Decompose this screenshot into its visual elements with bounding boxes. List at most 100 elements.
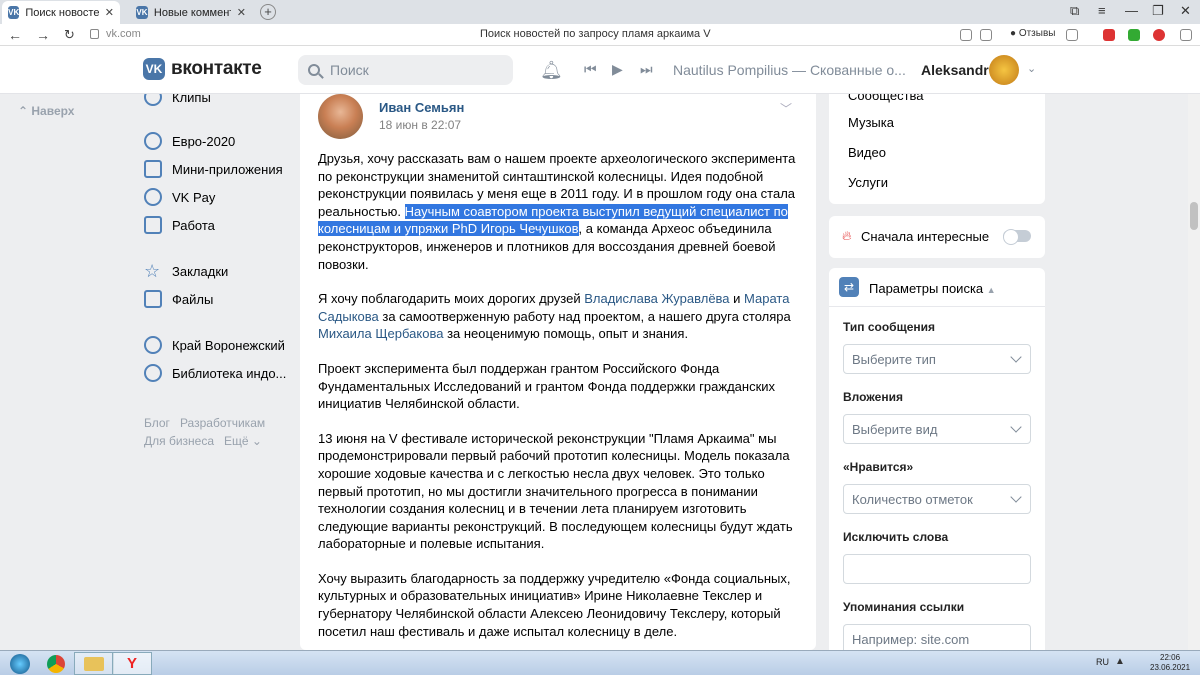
sidebar-item-label: Библиотека индо... bbox=[172, 365, 287, 381]
user-name[interactable]: Aleksandr bbox=[921, 62, 989, 78]
footer-link-developers[interactable]: Разработчикам bbox=[180, 416, 265, 430]
likes-select[interactable]: Количество отметок bbox=[843, 484, 1031, 514]
vk-favicon-icon: VK bbox=[8, 6, 20, 19]
windows-logo-icon bbox=[10, 653, 30, 674]
language-indicator[interactable]: RU bbox=[1096, 657, 1109, 667]
start-button[interactable] bbox=[0, 652, 40, 675]
play-icon[interactable]: ▶︎ bbox=[612, 61, 623, 78]
msg-type-select[interactable]: Выберите тип bbox=[843, 344, 1031, 374]
filters-icon: ⇄ bbox=[839, 277, 859, 297]
sidebar-item-files[interactable]: Файлы bbox=[144, 290, 213, 308]
browser-tab-strip: VK Поиск новостей по зап ✕ VK Новые комм… bbox=[0, 0, 1200, 24]
interesting-first-label: Сначала интересные bbox=[861, 229, 990, 244]
browser-tab[interactable]: VK Поиск новостей по зап ✕ bbox=[2, 1, 120, 24]
maximize-icon[interactable]: ❐ bbox=[1152, 3, 1164, 19]
close-window-icon[interactable]: ✕ bbox=[1180, 3, 1191, 19]
sidebar-item-label: Закладки bbox=[172, 263, 229, 279]
sidebar-item-label: Евро-2020 bbox=[172, 133, 236, 149]
reviews-label: Отзывы bbox=[1018, 28, 1056, 39]
menu-link-music[interactable]: Музыка bbox=[848, 115, 894, 130]
exclude-words-input[interactable] bbox=[843, 554, 1031, 584]
close-tab-icon[interactable]: ✕ bbox=[237, 6, 246, 19]
friend-link[interactable]: Михаила Щербакова bbox=[318, 326, 443, 341]
extension-icon[interactable] bbox=[960, 29, 972, 41]
likes-label: «Нравится» bbox=[843, 460, 914, 474]
interesting-first-toggle[interactable] bbox=[1003, 229, 1031, 245]
menu-link-services[interactable]: Услуги bbox=[848, 175, 888, 190]
msg-type-label: Тип сообщения bbox=[843, 320, 936, 334]
post-text-span: Я хочу поблагодарить моих дорогих друзей bbox=[318, 291, 585, 307]
post-paragraph: Хочу выразить благодарность за поддержку… bbox=[318, 570, 791, 639]
friend-link[interactable]: Владислава Журавлёва bbox=[584, 291, 729, 306]
sidebar-item-group[interactable]: Край Воронежский bbox=[144, 336, 285, 354]
post-author[interactable]: Иван Семьян bbox=[379, 100, 464, 115]
extension-icon[interactable] bbox=[1153, 29, 1165, 41]
bookmark-icon[interactable]: ⧉ bbox=[1070, 3, 1079, 19]
forward-icon[interactable]: → bbox=[36, 27, 50, 43]
scroll-to-top-button[interactable]: ⌃ Наверх bbox=[18, 104, 74, 118]
next-track-icon[interactable]: ⏭︎ bbox=[640, 61, 653, 78]
attachments-select[interactable]: Выберите вид bbox=[843, 414, 1031, 444]
apps-icon bbox=[144, 160, 162, 178]
clock-time: 22:06 bbox=[1160, 653, 1181, 662]
footer-link-more[interactable]: Ещё bbox=[224, 434, 249, 448]
sidebar-item-label: Край Воронежский bbox=[172, 337, 285, 353]
mention-input[interactable]: Например: site.com bbox=[843, 624, 1031, 650]
sidebar-footer: Для бизнеса Ещё ⌄ bbox=[144, 434, 262, 448]
search-icon bbox=[308, 64, 320, 76]
group-icon bbox=[144, 336, 162, 354]
explorer-taskbar-button[interactable] bbox=[74, 652, 114, 675]
sidebar-item-jobs[interactable]: Работа bbox=[144, 216, 215, 234]
sidebar-item-bookmarks[interactable]: ☆ Закладки bbox=[144, 262, 228, 280]
chrome-icon bbox=[47, 654, 65, 673]
new-tab-button[interactable]: + bbox=[260, 4, 276, 20]
sidebar-item-group[interactable]: Библиотека индо... bbox=[144, 364, 286, 382]
menu-icon[interactable]: ≡ bbox=[1098, 3, 1106, 18]
back-icon[interactable]: ← bbox=[8, 27, 22, 43]
exclude-words-label: Исключить слова bbox=[843, 530, 949, 544]
reload-icon[interactable]: ↻ bbox=[64, 27, 75, 43]
menu-link-video[interactable]: Видео bbox=[848, 145, 886, 160]
author-avatar[interactable] bbox=[318, 94, 363, 139]
system-clock[interactable]: 22:06 23.06.2021 bbox=[1150, 653, 1190, 673]
browser-tab[interactable]: VK Новые комментарии ✕ bbox=[130, 1, 252, 24]
extension-icon[interactable] bbox=[1103, 29, 1115, 41]
chevron-down-icon bbox=[1010, 491, 1022, 503]
post-paragraph: Проект эксперимента был поддержан гранто… bbox=[318, 360, 776, 412]
download-icon[interactable] bbox=[1180, 29, 1192, 41]
bookmark-page-icon[interactable] bbox=[1066, 29, 1078, 41]
tray-arrow-icon[interactable]: ▲ bbox=[1115, 656, 1125, 667]
chevron-down-icon[interactable]: ⌄ bbox=[1027, 62, 1036, 75]
attachments-value: Выберите вид bbox=[852, 421, 938, 437]
page-scrollbar[interactable] bbox=[1188, 94, 1200, 650]
sidebar-item-apps[interactable]: Мини-приложения bbox=[144, 160, 283, 178]
protect-icon[interactable] bbox=[980, 29, 992, 41]
footer-link-business[interactable]: Для бизнеса bbox=[144, 434, 214, 448]
scrollbar-thumb[interactable] bbox=[1190, 202, 1198, 230]
vk-logo-text: вконтакте bbox=[171, 58, 262, 79]
search-input[interactable]: Поиск bbox=[298, 55, 513, 85]
url-field[interactable]: vk.com bbox=[106, 28, 141, 40]
vk-logo[interactable]: VK вконтакте bbox=[143, 58, 262, 80]
post-text: Друзья, хочу рассказать вам о нашем прое… bbox=[318, 150, 798, 657]
yandex-taskbar-button[interactable]: Y bbox=[112, 652, 152, 675]
close-tab-icon[interactable]: ✕ bbox=[105, 6, 114, 19]
notifications-bell-icon[interactable]: 🔔︎ bbox=[540, 60, 563, 81]
search-params-title[interactable]: Параметры поиска ▲ bbox=[869, 281, 996, 296]
chevron-down-icon[interactable]: ﹀ bbox=[780, 100, 792, 117]
user-avatar[interactable] bbox=[989, 55, 1019, 85]
sidebar-item-vkpay[interactable]: VK Pay bbox=[144, 188, 215, 206]
chrome-taskbar-button[interactable] bbox=[36, 652, 76, 675]
vk-favicon-icon: VK bbox=[136, 6, 148, 19]
sidebar-item-euro[interactable]: Евро-2020 bbox=[144, 132, 235, 150]
post-text-span: и bbox=[729, 291, 745, 307]
previous-track-icon[interactable]: ⏮︎ bbox=[584, 61, 597, 78]
reviews-button[interactable]: ● Отзывы bbox=[1010, 28, 1055, 39]
footer-link-blog[interactable]: Блог bbox=[144, 416, 170, 430]
now-playing-track[interactable]: Nautilus Pompilius — Скованные о... bbox=[673, 62, 906, 78]
minimize-icon[interactable]: — bbox=[1125, 3, 1138, 18]
sidebar-item-label: Мини-приложения bbox=[172, 161, 283, 177]
extension-icon[interactable] bbox=[1128, 29, 1140, 41]
post-date[interactable]: 18 июн в 22:07 bbox=[379, 118, 461, 132]
sidebar-item-label: VK Pay bbox=[172, 189, 216, 205]
